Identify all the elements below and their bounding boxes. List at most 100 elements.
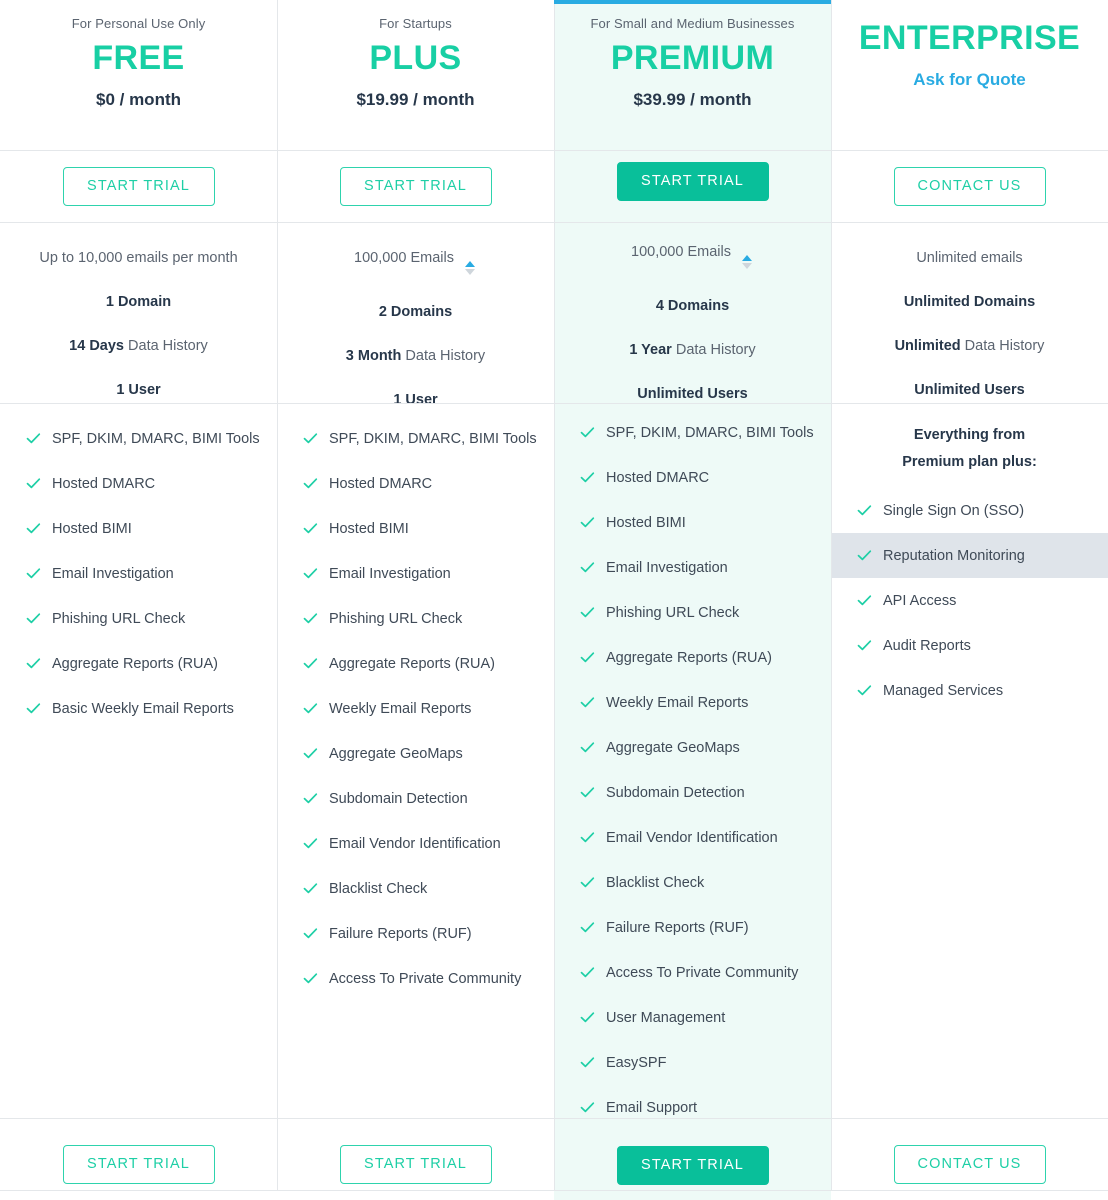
check-icon	[26, 701, 41, 716]
divider-header	[0, 150, 1108, 151]
email-quantity-stepper[interactable]	[463, 257, 477, 279]
ask-for-quote-link[interactable]: Ask for Quote	[913, 67, 1025, 93]
check-icon	[580, 560, 595, 575]
chevron-up-icon[interactable]	[741, 255, 752, 262]
feature-item[interactable]: Phishing URL Check	[0, 596, 277, 641]
enterprise-note-line-2: Premium plan plus:	[902, 454, 1037, 470]
chevron-down-icon[interactable]	[741, 263, 752, 270]
feature-item[interactable]: Aggregate Reports (RUA)	[554, 635, 831, 680]
feature-item[interactable]: Blacklist Check	[554, 860, 831, 905]
contact-us-button-bottom[interactable]: CONTACT US	[893, 1144, 1046, 1184]
spec-emails-value: Up to 10,000 emails per month	[39, 250, 238, 266]
feature-item-label: Audit Reports	[883, 637, 971, 654]
feature-item[interactable]: Hosted BIMI	[277, 506, 554, 551]
plan-price: $19.99 / month	[356, 90, 475, 109]
feature-item[interactable]: Aggregate GeoMaps	[277, 731, 554, 776]
feature-item[interactable]: Hosted DMARC	[277, 461, 554, 506]
feature-item[interactable]: SPF, DKIM, DMARC, BIMI Tools	[0, 416, 277, 461]
feature-item-label: Email Vendor Identification	[606, 829, 778, 846]
feature-item[interactable]: Weekly Email Reports	[554, 680, 831, 725]
feature-item-label: Weekly Email Reports	[329, 700, 472, 717]
cta-row-top-free: START TRIAL	[0, 150, 277, 222]
feature-item-label: Basic Weekly Email Reports	[52, 700, 234, 717]
feature-item[interactable]: Basic Weekly Email Reports	[0, 686, 277, 731]
feature-item[interactable]: Phishing URL Check	[277, 596, 554, 641]
feature-item[interactable]: Subdomain Detection	[554, 770, 831, 815]
check-icon	[26, 566, 41, 581]
spec-data-history: 3 Month Data History	[277, 334, 554, 378]
feature-item[interactable]: Failure Reports (RUF)	[277, 911, 554, 956]
feature-item-label: Aggregate Reports (RUA)	[329, 655, 496, 672]
feature-item[interactable]: EasySPF	[554, 1040, 831, 1085]
feature-item-label: Email Support	[606, 1099, 698, 1116]
check-icon	[580, 875, 595, 890]
start-trial-button-top-plus[interactable]: START TRIAL	[339, 166, 492, 206]
feature-item[interactable]: SPF, DKIM, DMARC, BIMI Tools	[554, 410, 831, 455]
feature-item[interactable]: Email Vendor Identification	[277, 821, 554, 866]
feature-item-label: Aggregate GeoMaps	[329, 745, 463, 762]
feature-item[interactable]: API Access	[831, 578, 1108, 623]
check-icon	[26, 476, 41, 491]
feature-item[interactable]: Aggregate Reports (RUA)	[0, 641, 277, 686]
start-trial-button-top-free[interactable]: START TRIAL	[62, 166, 215, 206]
feature-item[interactable]: Hosted BIMI	[554, 500, 831, 545]
feature-item-label: Single Sign On (SSO)	[883, 502, 1025, 519]
divider-specs	[0, 403, 1108, 404]
chevron-up-icon[interactable]	[464, 261, 475, 267]
feature-item[interactable]: Hosted BIMI	[0, 506, 277, 551]
spec-data-history-lead: 14 Days	[69, 338, 124, 354]
check-icon	[580, 1010, 595, 1025]
feature-item[interactable]: Email Investigation	[0, 551, 277, 596]
plan-tagline: For Startups	[379, 16, 452, 31]
check-icon	[580, 965, 595, 980]
feature-item-label: Hosted BIMI	[52, 520, 132, 537]
feature-item[interactable]: Weekly Email Reports	[277, 686, 554, 731]
feature-item-label: Email Investigation	[52, 565, 174, 582]
plan-header-enterprise: ENTERPRISE Ask for Quote	[831, 0, 1108, 150]
spec-data-history-lead: 1 Year	[629, 342, 672, 359]
feature-item[interactable]: User Management	[554, 995, 831, 1040]
spec-emails: 100,000 Emails	[277, 236, 554, 290]
chevron-down-icon[interactable]	[464, 269, 475, 275]
feature-item[interactable]: Email Support	[554, 1085, 831, 1130]
start-trial-button-top-premium[interactable]: START TRIAL	[616, 161, 769, 201]
check-icon	[580, 605, 595, 620]
feature-item[interactable]: Reputation Monitoring	[831, 533, 1108, 578]
feature-item[interactable]: Blacklist Check	[277, 866, 554, 911]
feature-item[interactable]: Aggregate GeoMaps	[554, 725, 831, 770]
plan-specs-premium: 100,000 Emails 4 Domains 1 Year Data His…	[554, 216, 831, 402]
check-icon	[857, 593, 872, 608]
feature-item[interactable]: Subdomain Detection	[277, 776, 554, 821]
check-icon	[580, 1100, 595, 1115]
feature-item[interactable]: Access To Private Community	[554, 950, 831, 995]
start-trial-button-bottom-plus[interactable]: START TRIAL	[339, 1144, 492, 1184]
feature-item[interactable]: SPF, DKIM, DMARC, BIMI Tools	[277, 416, 554, 461]
feature-item[interactable]: Single Sign On (SSO)	[831, 488, 1108, 533]
spec-data-history: Unlimited Data History	[831, 324, 1108, 368]
feature-item[interactable]: Audit Reports	[831, 623, 1108, 668]
feature-item[interactable]: Phishing URL Check	[554, 590, 831, 635]
check-icon	[580, 785, 595, 800]
check-icon	[303, 521, 318, 536]
spec-data-history-lead: Unlimited	[894, 338, 961, 354]
pricing-table: For Personal Use Only FREE $0 / month ST…	[0, 0, 1108, 1200]
plan-tagline: For Personal Use Only	[71, 16, 206, 31]
feature-item[interactable]: Email Investigation	[554, 545, 831, 590]
plan-header-free: For Personal Use Only FREE $0 / month	[0, 0, 277, 150]
email-quantity-stepper[interactable]	[740, 251, 754, 273]
feature-item[interactable]: Hosted DMARC	[0, 461, 277, 506]
feature-item[interactable]: Managed Services	[831, 668, 1108, 713]
plan-name: ENTERPRISE	[858, 19, 1081, 57]
feature-item[interactable]: Failure Reports (RUF)	[554, 905, 831, 950]
start-trial-button-bottom-premium[interactable]: START TRIAL	[616, 1145, 769, 1185]
start-trial-button-bottom-free[interactable]: START TRIAL	[62, 1144, 215, 1184]
feature-item[interactable]: Aggregate Reports (RUA)	[277, 641, 554, 686]
feature-item-label: Phishing URL Check	[52, 610, 186, 627]
feature-item[interactable]: Access To Private Community	[277, 956, 554, 1001]
check-icon	[26, 521, 41, 536]
contact-us-button-top[interactable]: CONTACT US	[893, 166, 1046, 206]
feature-item[interactable]: Email Investigation	[277, 551, 554, 596]
feature-item[interactable]: Email Vendor Identification	[554, 815, 831, 860]
plan-column-premium: For Small and Medium Businesses PREMIUM …	[554, 0, 831, 1200]
feature-item[interactable]: Hosted DMARC	[554, 455, 831, 500]
